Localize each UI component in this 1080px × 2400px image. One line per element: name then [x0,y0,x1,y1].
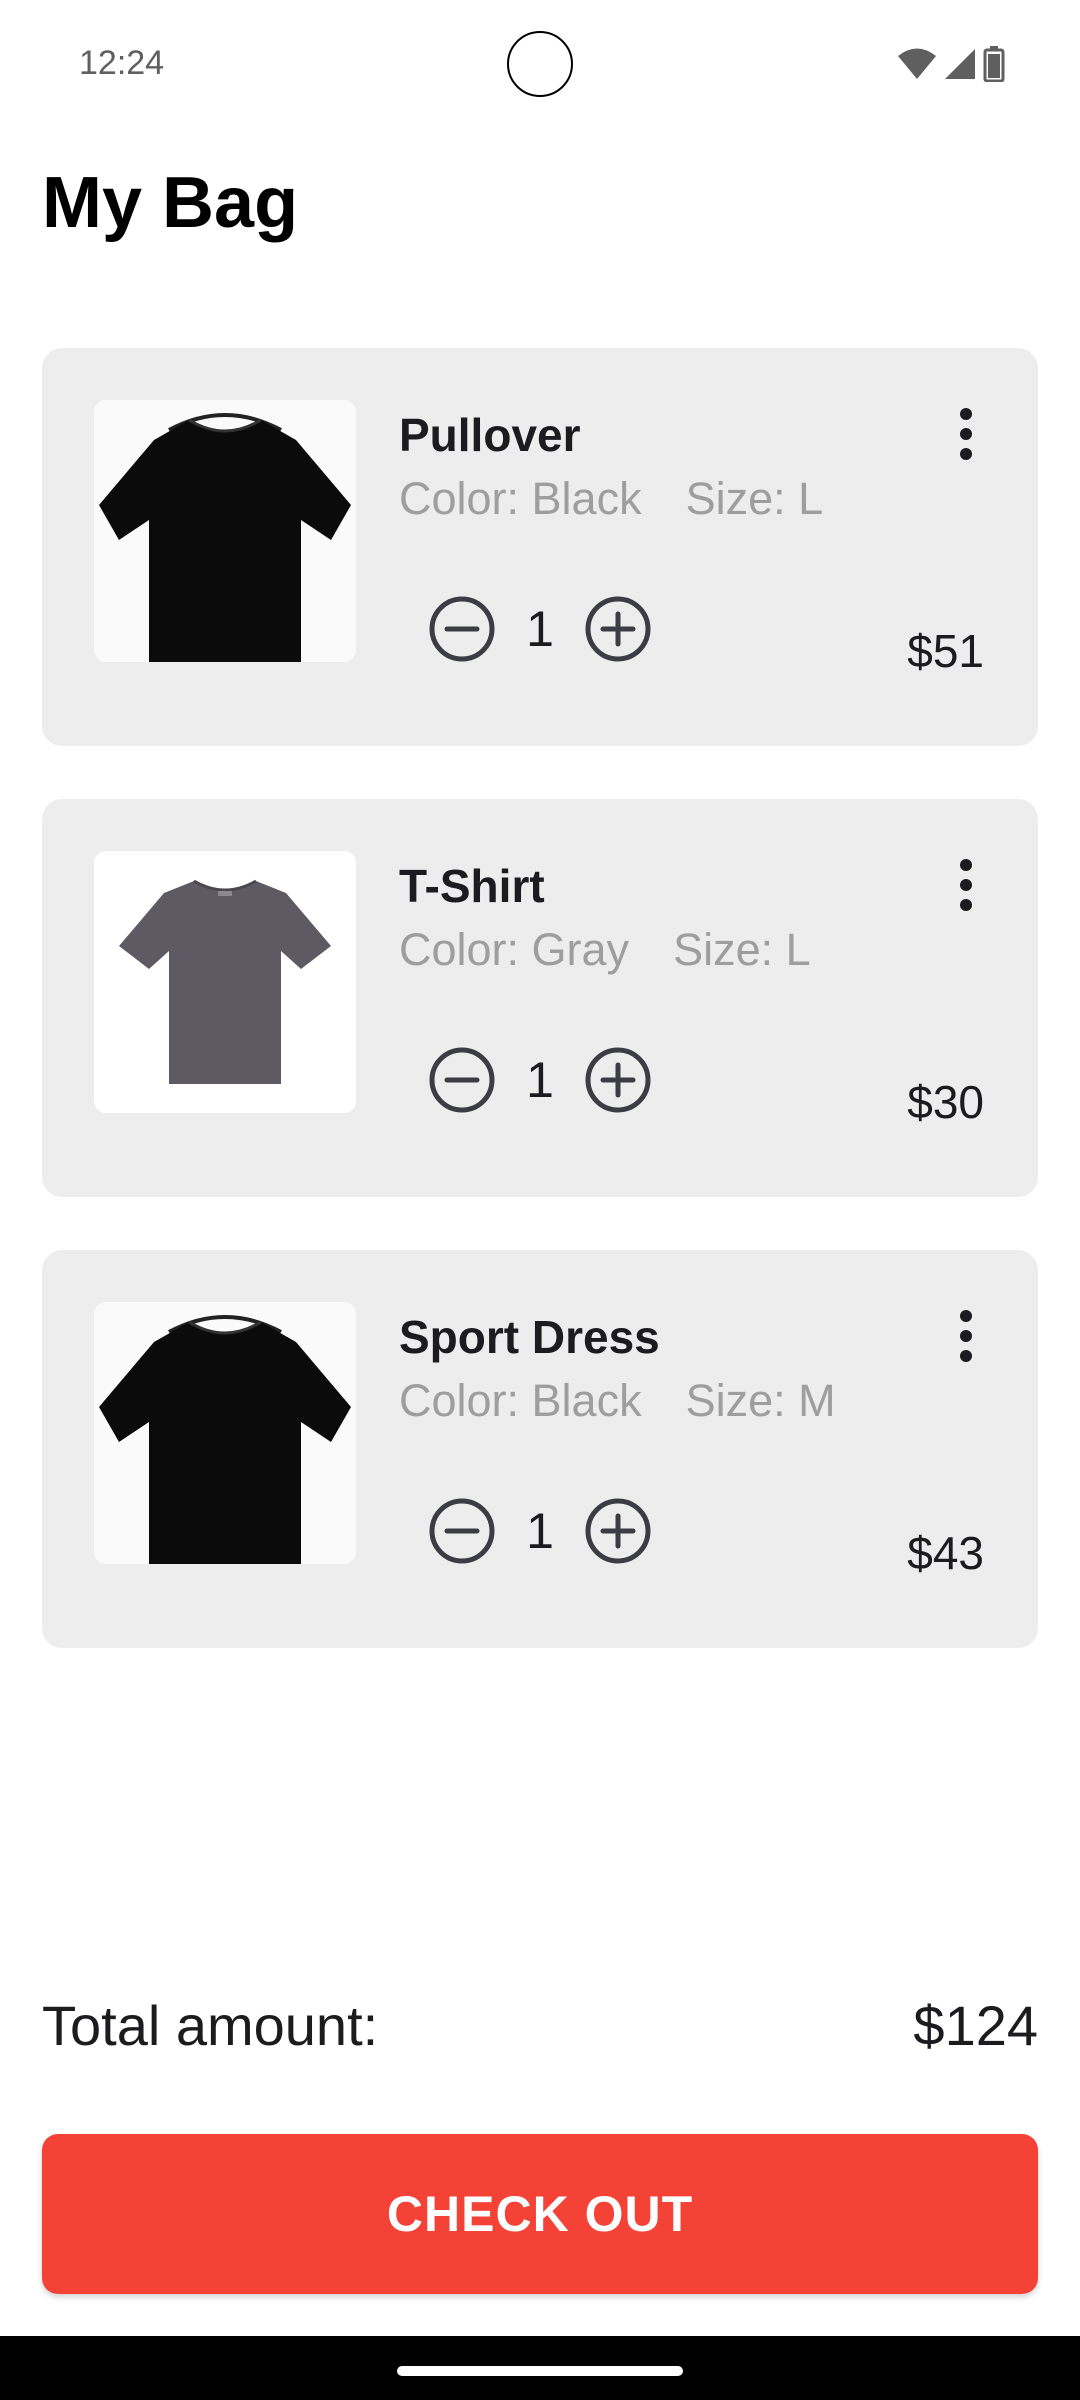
item-price: $43 [907,1527,984,1579]
cart-item-card[interactable]: T-Shirt Color: Gray Size: L 1 $30 [42,799,1038,1197]
more-dot [960,899,972,911]
more-dot [960,408,972,420]
status-icons [897,46,1005,82]
more-dot [960,428,972,440]
decrease-quantity-button[interactable] [428,1046,496,1114]
battery-icon [983,46,1005,82]
my-bag-screen: 12:24 My Bag Pullover Color: Black Size:… [0,0,1080,2400]
black-tshirt-image[interactable] [94,1302,356,1564]
more-dot [960,1330,972,1342]
decrease-quantity-button[interactable] [428,1497,496,1565]
more-dot [960,879,972,891]
gray-tshirt-image[interactable] [94,851,356,1113]
increase-quantity-button[interactable] [584,1497,652,1565]
item-name: Sport Dress [399,1311,660,1363]
more-options-button[interactable] [954,859,978,911]
home-indicator[interactable] [397,2366,683,2376]
item-attributes: Color: Black Size: L [399,473,823,525]
quantity-value: 1 [526,1052,554,1108]
more-options-button[interactable] [954,408,978,460]
camera-cutout [507,31,573,97]
checkout-button[interactable]: CHECK OUT [42,2134,1038,2294]
total-amount-value: $124 [913,1994,1038,2057]
item-size: Size: L [685,473,824,524]
minus-circle-icon [429,596,495,662]
item-price: $30 [907,1076,984,1128]
cart-item-card[interactable]: Pullover Color: Black Size: L 1 $51 [42,348,1038,746]
plus-circle-icon [585,596,651,662]
item-name: T-Shirt [399,860,545,912]
item-attributes: Color: Black Size: M [399,1375,836,1427]
more-dot [960,1310,972,1322]
item-color: Color: Gray [399,924,630,975]
increase-quantity-button[interactable] [584,1046,652,1114]
cellular-signal-icon [943,47,977,81]
increase-quantity-button[interactable] [584,595,652,663]
item-name: Pullover [399,409,581,461]
page-title: My Bag [42,163,299,243]
more-dot [960,859,972,871]
item-color: Color: Black [399,473,642,524]
item-size: Size: M [685,1375,836,1426]
status-time: 12:24 [79,44,165,82]
quantity-stepper: 1 [428,1497,652,1565]
quantity-value: 1 [526,1503,554,1559]
quantity-value: 1 [526,601,554,657]
more-dot [960,1350,972,1362]
wifi-icon [897,47,937,81]
minus-circle-icon [429,1498,495,1564]
status-bar: 12:24 [0,0,1080,130]
item-color: Color: Black [399,1375,642,1426]
minus-circle-icon [429,1047,495,1113]
cart-item-card[interactable]: Sport Dress Color: Black Size: M 1 $43 [42,1250,1038,1648]
item-attributes: Color: Gray Size: L [399,924,811,976]
quantity-stepper: 1 [428,1046,652,1114]
more-options-button[interactable] [954,1310,978,1362]
item-price: $51 [907,625,984,677]
quantity-stepper: 1 [428,595,652,663]
total-amount-label: Total amount: [42,1994,379,2057]
item-size: Size: L [673,924,811,975]
plus-circle-icon [585,1498,651,1564]
more-dot [960,448,972,460]
black-tshirt-image[interactable] [94,400,356,662]
decrease-quantity-button[interactable] [428,595,496,663]
plus-circle-icon [585,1047,651,1113]
